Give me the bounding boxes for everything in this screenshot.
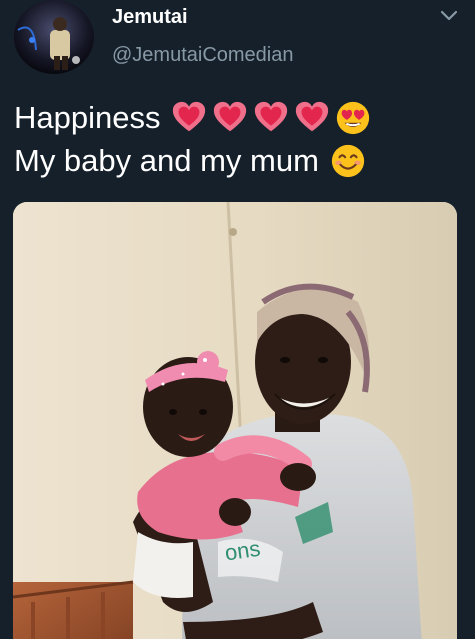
heart-emoji-icon (252, 99, 290, 137)
tweet-photo[interactable]: ons (13, 202, 457, 639)
display-name[interactable]: Jemutai (112, 6, 188, 29)
user-handle[interactable]: @JemutaiComedian (112, 44, 294, 67)
smiling-face-emoji-icon (329, 142, 367, 180)
heart-emoji-icon (211, 99, 249, 137)
tweet-text: Happiness My baby and my mum (14, 96, 372, 182)
heart-emoji-icon (170, 99, 208, 137)
tweet-line-2-text: My baby and my mum (14, 143, 319, 178)
tweet-line-1: Happiness (14, 96, 372, 139)
svg-text:ons: ons (223, 536, 262, 566)
heart-emoji-icon (293, 99, 331, 137)
tweet-line-2: My baby and my mum (14, 139, 372, 182)
tweet-line-1-text: Happiness (14, 100, 161, 135)
heart-eyes-emoji-icon (334, 99, 372, 137)
tweet-card: Jemutai @JemutaiComedian Happiness My ba… (0, 0, 475, 639)
profile-avatar[interactable] (14, 0, 94, 74)
chevron-down-icon[interactable] (438, 8, 460, 24)
